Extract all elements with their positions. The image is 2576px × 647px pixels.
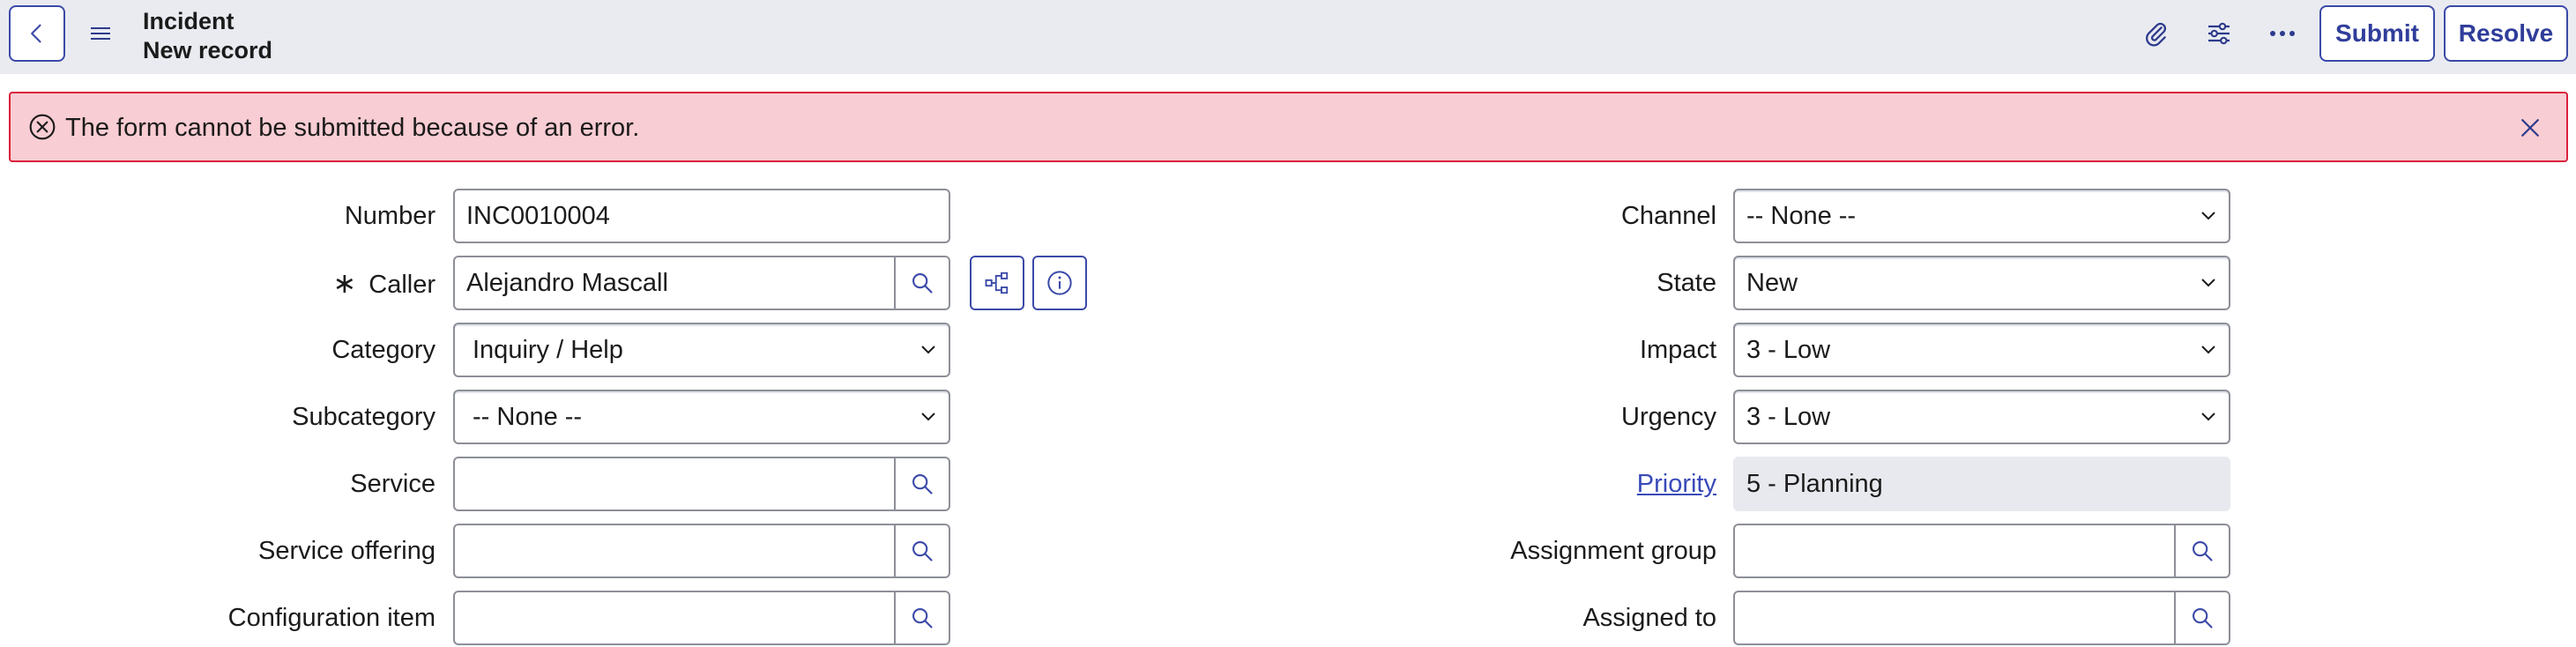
service-lookup-button[interactable] xyxy=(894,458,949,509)
configuration-item-label: Configuration item xyxy=(227,604,436,632)
subcategory-value: -- None -- xyxy=(473,403,583,431)
sliders-icon[interactable] xyxy=(2201,16,2237,51)
state-value: New xyxy=(1746,269,1798,297)
assignment-group-label: Assignment group xyxy=(1510,537,1716,565)
urgency-value: 3 - Low xyxy=(1746,403,1831,431)
chevron-down-icon xyxy=(2201,346,2215,354)
search-icon xyxy=(2193,541,2213,561)
resolve-button[interactable]: Resolve xyxy=(2444,5,2568,62)
impact-value: 3 - Low xyxy=(1746,336,1831,364)
info-icon xyxy=(1047,271,1072,295)
hierarchy-icon xyxy=(985,271,1009,294)
service-input[interactable] xyxy=(453,457,950,511)
assignment-group-input[interactable] xyxy=(1733,524,2230,578)
caller-input[interactable]: Alejandro Mascall xyxy=(453,256,950,310)
caller-tree-button[interactable] xyxy=(970,256,1024,310)
search-icon xyxy=(912,273,933,294)
priority-field: 5 - Planning xyxy=(1733,457,2230,511)
caller-lookup-button[interactable] xyxy=(894,257,949,309)
close-icon[interactable] xyxy=(2517,115,2543,141)
assignment-group-lookup-button[interactable] xyxy=(2174,525,2229,576)
category-label: Category xyxy=(331,336,436,364)
service-offering-lookup-button[interactable] xyxy=(894,525,949,576)
search-icon xyxy=(912,474,933,495)
configuration-item-lookup-button[interactable] xyxy=(894,592,949,643)
chevron-left-icon xyxy=(31,24,41,43)
chevron-down-icon xyxy=(2201,413,2215,421)
service-offering-label: Service offering xyxy=(258,537,436,565)
search-icon xyxy=(2193,608,2213,628)
impact-select[interactable]: 3 - Low xyxy=(1733,323,2230,377)
assigned-to-input[interactable] xyxy=(1733,591,2230,645)
page-subtitle: New record xyxy=(143,37,273,63)
number-value: INC0010004 xyxy=(466,202,610,230)
chevron-down-icon xyxy=(921,346,935,354)
subcategory-label: Subcategory xyxy=(292,403,436,431)
required-icon: ∗ xyxy=(332,267,357,299)
channel-label: Channel xyxy=(1620,202,1716,230)
urgency-label: Urgency xyxy=(1621,403,1716,431)
page-title: Incident xyxy=(143,8,235,34)
record-title: Incident New record xyxy=(143,7,272,65)
paperclip-icon[interactable] xyxy=(2138,16,2173,51)
assigned-to-label: Assigned to xyxy=(1582,604,1716,632)
priority-link[interactable]: Priority xyxy=(1637,469,1716,499)
urgency-select[interactable]: 3 - Low xyxy=(1733,390,2230,444)
channel-select[interactable]: -- None -- xyxy=(1733,189,2230,243)
channel-value: -- None -- xyxy=(1746,202,1857,230)
service-label: Service xyxy=(350,470,436,498)
number-label: Number xyxy=(344,202,436,230)
back-button[interactable] xyxy=(9,5,65,62)
priority-value: 5 - Planning xyxy=(1746,470,1883,498)
impact-label: Impact xyxy=(1639,336,1716,364)
chevron-down-icon xyxy=(921,413,935,421)
caller-info-button[interactable] xyxy=(1032,256,1087,310)
ellipsis-icon[interactable] xyxy=(2265,16,2300,51)
search-icon xyxy=(912,608,933,628)
chevron-down-icon xyxy=(2201,212,2215,220)
form-header: Incident New record Submit Resolve xyxy=(0,0,2576,74)
subcategory-select[interactable]: -- None -- xyxy=(453,390,950,444)
hamburger-icon[interactable] xyxy=(88,21,113,46)
error-banner: The form cannot be submitted because of … xyxy=(9,92,2568,162)
service-offering-input[interactable] xyxy=(453,524,950,578)
assigned-to-lookup-button[interactable] xyxy=(2174,592,2229,643)
state-label: State xyxy=(1657,269,1716,297)
number-input[interactable]: INC0010004 xyxy=(453,189,950,243)
caller-label-text: Caller xyxy=(369,271,436,299)
submit-button[interactable]: Submit xyxy=(2319,5,2435,62)
search-icon xyxy=(912,541,933,561)
error-message: The form cannot be submitted because of … xyxy=(65,114,640,142)
category-value: Inquiry / Help xyxy=(473,336,623,364)
chevron-down-icon xyxy=(2201,279,2215,287)
caller-value: Alejandro Mascall xyxy=(466,269,668,297)
circle-x-icon xyxy=(29,114,56,140)
configuration-item-input[interactable] xyxy=(453,591,950,645)
state-select[interactable]: New xyxy=(1733,256,2230,310)
category-select[interactable]: Inquiry / Help xyxy=(453,323,950,377)
caller-label: ∗ Caller xyxy=(332,268,436,300)
